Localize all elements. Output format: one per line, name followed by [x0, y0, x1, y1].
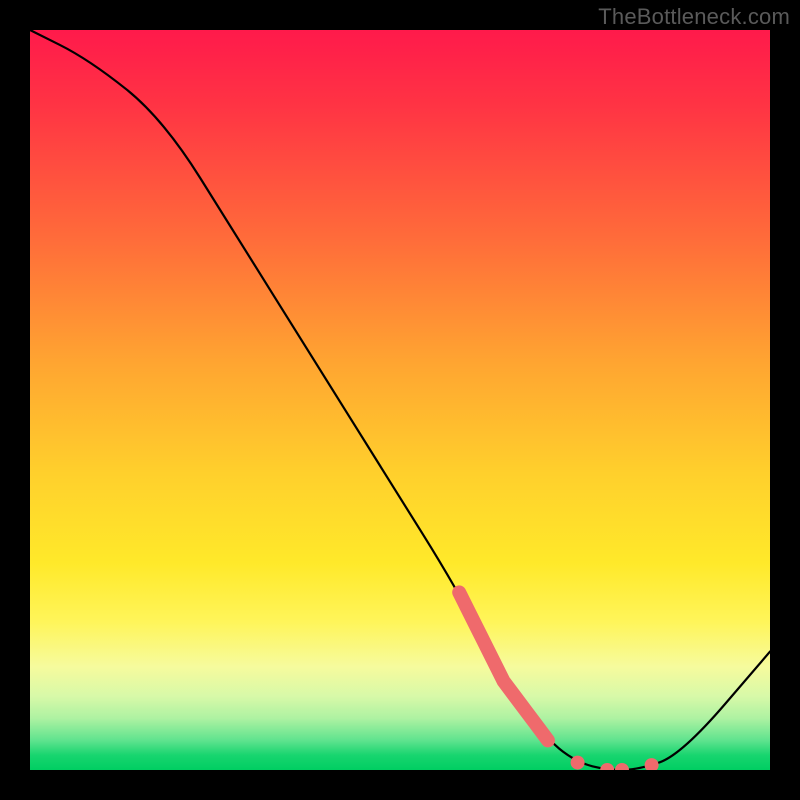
- highlight-dot: [615, 763, 629, 770]
- chart-stage: TheBottleneck.com: [0, 0, 800, 800]
- highlight-dot: [645, 758, 659, 770]
- highlight-dots: [571, 756, 659, 770]
- highlight-segment: [459, 592, 548, 740]
- highlight-dot: [571, 756, 585, 770]
- watermark-text: TheBottleneck.com: [598, 4, 790, 30]
- curve-svg: [30, 30, 770, 770]
- bottleneck-curve-path: [30, 30, 770, 770]
- plot-area: [30, 30, 770, 770]
- highlight-dot: [600, 763, 614, 770]
